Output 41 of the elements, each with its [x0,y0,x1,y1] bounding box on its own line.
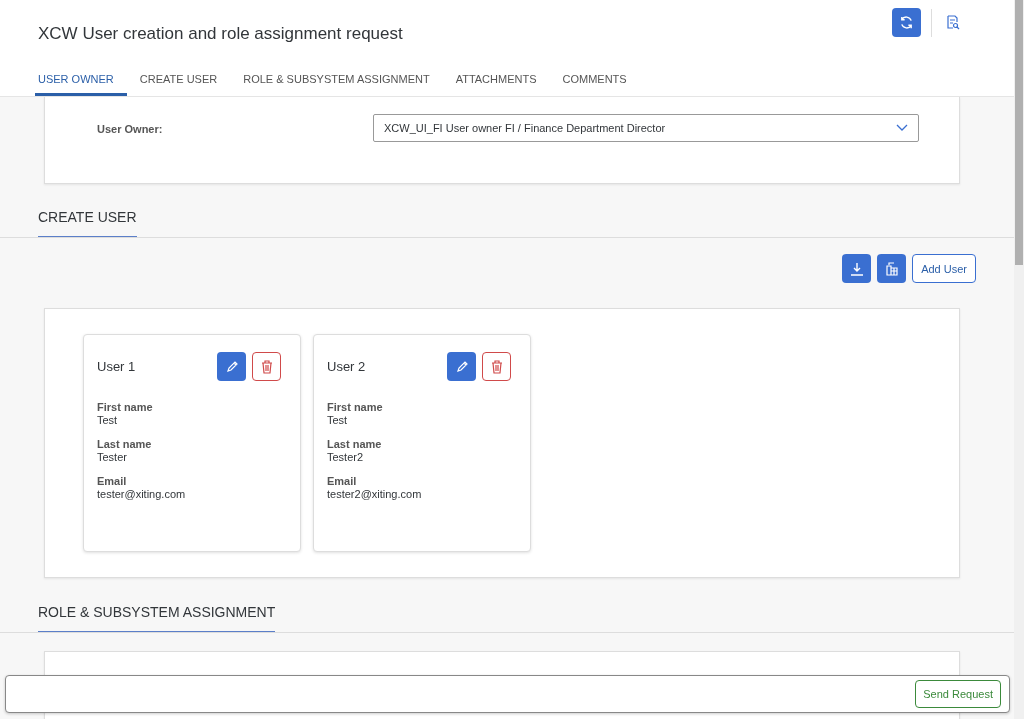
section-heading: CREATE USER [38,209,137,237]
scrollbar[interactable] [1014,0,1024,719]
trash-icon [490,359,503,374]
user-owner-dropdown[interactable]: XCW_UI_FI User owner FI / Finance Department Director [373,114,919,142]
field-value: tester2@xiting.com [327,488,423,501]
section-heading: ROLE & SUBSYSTEM ASSIGNMENT [38,604,276,632]
user-card-title: User 1 [97,359,137,374]
field-label: First name [97,401,154,414]
tab[interactable]: CREATE USER [136,73,231,96]
field-label: First name [327,401,384,414]
pencil-icon [225,360,238,373]
trash-icon [260,359,273,374]
field-label: User Owner: [97,122,164,135]
field-value: Test [97,414,119,427]
user-card-title: User 2 [327,359,367,374]
add-user-button[interactable]: Add User [912,254,976,283]
refresh-button[interactable] [892,8,921,37]
delete-button[interactable] [252,352,281,381]
edit-button[interactable] [217,352,246,381]
page-title: XCW User creation and role assignment request [38,24,403,44]
copy-table-icon [884,261,899,276]
field-value: Tester2 [327,451,365,464]
download-icon [849,261,864,276]
tab[interactable]: ROLE & SUBSYSTEM ASSIGNMENT [240,73,443,96]
field-label: Email [97,475,128,488]
field-label: Email [327,475,358,488]
send-request-button[interactable]: Send Request [915,680,1001,708]
field-label: Last name [327,438,383,451]
pencil-icon [455,360,468,373]
tab[interactable]: COMMENTS [559,73,640,96]
delete-button[interactable] [482,352,511,381]
tab[interactable]: ATTACHMENTS [452,73,550,96]
chevron-down-icon [896,124,908,132]
download-button[interactable] [842,254,872,283]
refresh-icon [899,15,914,30]
field-value: Tester [97,451,128,464]
field-label: Last name [97,438,153,451]
field-value: tester@xiting.com [97,488,187,501]
copy-table-button[interactable] [877,254,907,283]
edit-button[interactable] [447,352,476,381]
field-value: Test [327,414,349,427]
